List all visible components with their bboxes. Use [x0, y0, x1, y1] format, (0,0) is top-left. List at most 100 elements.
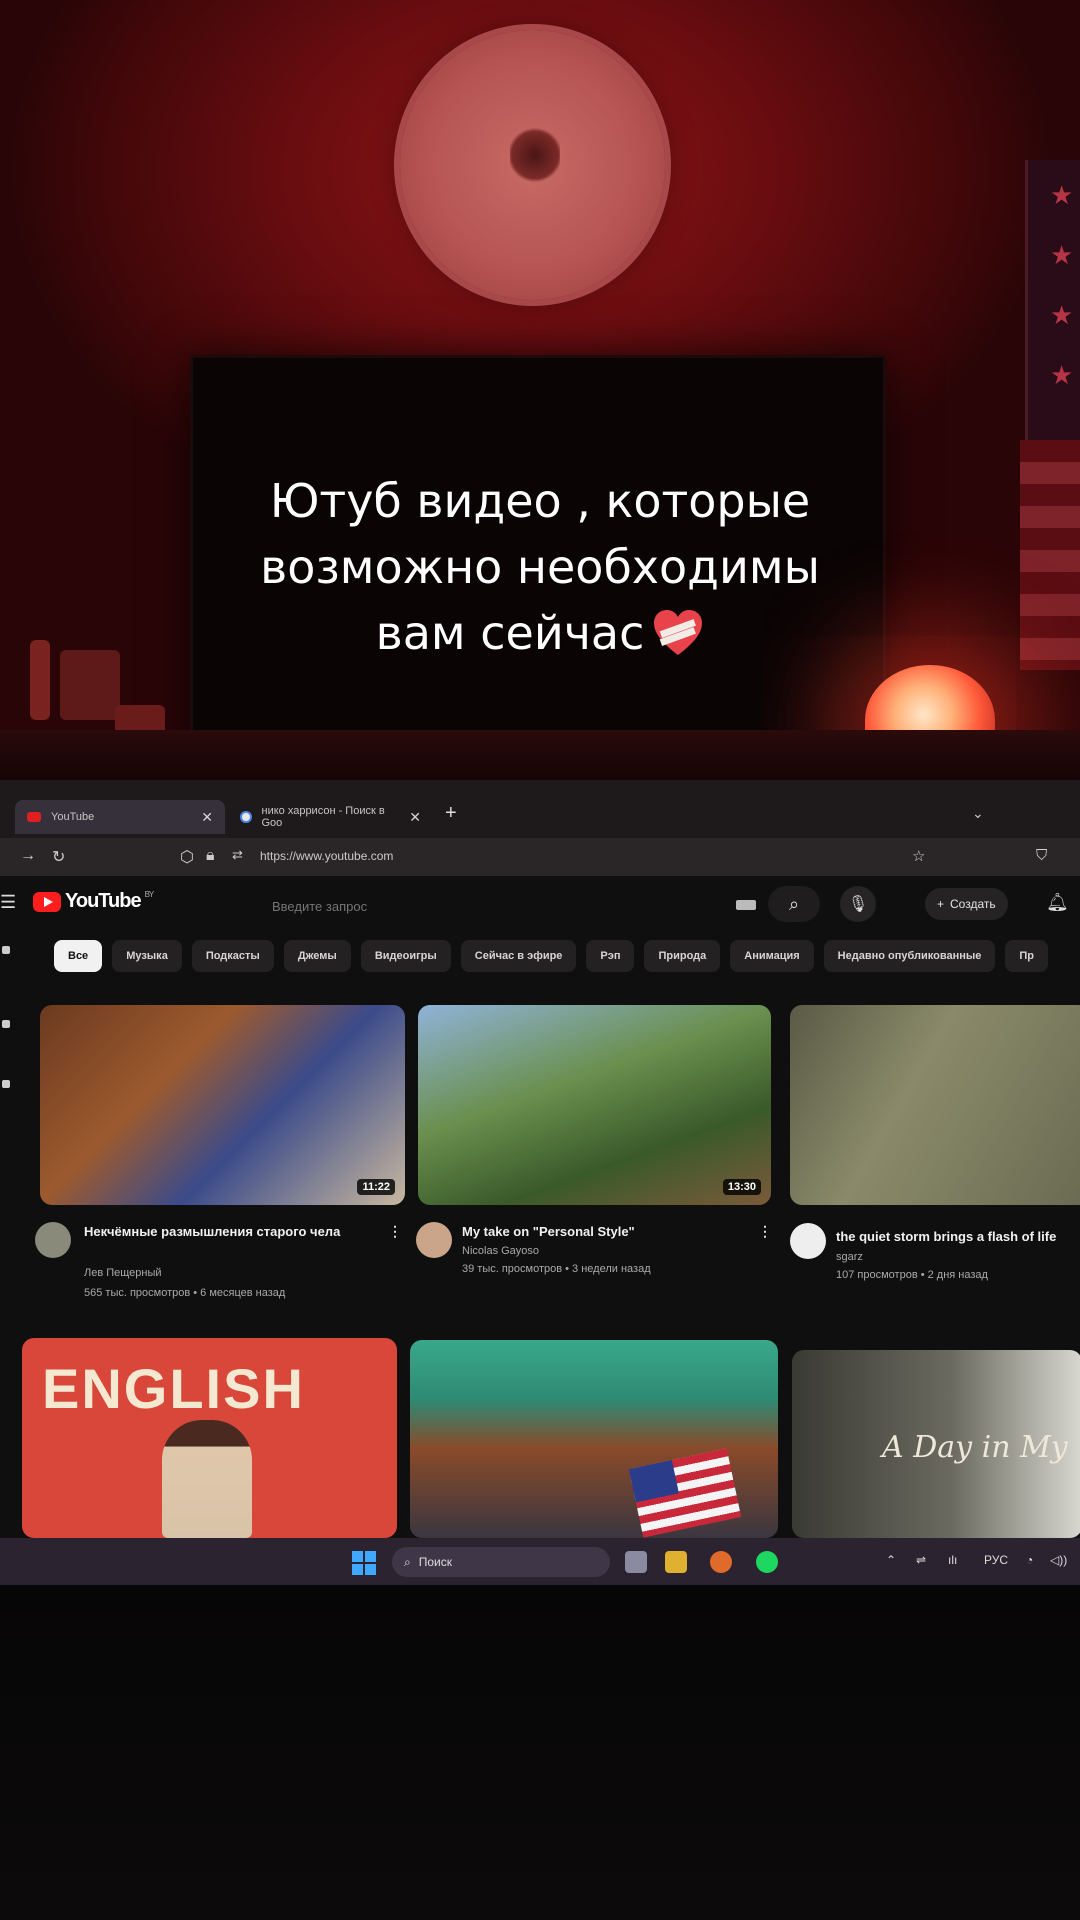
file-explorer-icon[interactable] — [665, 1551, 687, 1573]
firefox-icon[interactable] — [710, 1551, 732, 1573]
close-icon[interactable]: ✕ — [201, 809, 213, 826]
caption-line-3: вам сейчас — [160, 600, 920, 666]
video-title[interactable]: My take on "Personal Style" — [462, 1222, 742, 1241]
channel-name[interactable]: Nicolas Gayoso — [462, 1245, 539, 1257]
tab-search[interactable]: нико харрисон - Поиск в Goo ✕ — [228, 800, 433, 834]
mending-heart-icon — [652, 608, 704, 656]
figurine — [60, 650, 120, 720]
channel-name[interactable]: Лев Пещерный — [84, 1267, 162, 1279]
chip-jams[interactable]: Джемы — [283, 940, 351, 972]
chip-gaming[interactable]: Видеоигры — [360, 940, 451, 972]
plus-icon: + — [937, 897, 945, 911]
menu-icon[interactable]: ☰ — [0, 892, 16, 913]
bookmark-star-icon[interactable]: ☆ — [912, 847, 925, 865]
video-card[interactable]: ENGLISH — [22, 1338, 397, 1538]
wifi-icon[interactable]: ◔ — [1026, 1553, 1033, 1567]
video-card[interactable]: 13:30 My take on "Personal Style" ⋮ Nico… — [416, 1005, 778, 1285]
video-meta: 39 тыс. просмотров • 3 недели назад — [462, 1263, 651, 1275]
video-thumbnail[interactable]: 13:30 — [418, 1005, 771, 1205]
chip-recent[interactable]: Недавно опубликованные — [823, 940, 996, 972]
mic-icon: 🎙︎ — [847, 896, 869, 913]
video-title[interactable]: the quiet storm brings a flash of life — [836, 1227, 1080, 1246]
channel-avatar[interactable] — [790, 1223, 826, 1259]
video-card[interactable] — [410, 1340, 778, 1538]
task-view-icon[interactable] — [625, 1551, 647, 1573]
channel-name[interactable]: sgarz — [836, 1251, 863, 1263]
more-vertical-icon[interactable]: ⋮ — [758, 1223, 772, 1240]
search-input[interactable] — [270, 888, 754, 924]
url-text[interactable]: https://www.youtube.com — [260, 849, 393, 863]
video-card[interactable]: A Day in My — [792, 1350, 1080, 1538]
close-icon[interactable]: ✕ — [409, 809, 421, 826]
windows-taskbar: ⌕ Поиск ⌃ ⇌ ılı РУС ◔ ◁)) — [0, 1538, 1080, 1585]
lock-icon[interactable]: 🔒︎ — [206, 847, 215, 865]
video-thumbnail[interactable]: ENGLISH — [22, 1338, 397, 1538]
flag-stripes — [1020, 440, 1080, 670]
bell-icon[interactable]: 🔔︎ — [1046, 892, 1069, 913]
chip-podcasts[interactable]: Подкасты — [191, 940, 274, 972]
channel-avatar[interactable] — [416, 1222, 452, 1258]
shorts-icon[interactable] — [2, 1020, 10, 1028]
video-thumbnail[interactable] — [790, 1005, 1080, 1205]
figurine — [30, 640, 50, 720]
tab-youtube[interactable]: YouTube ✕ — [15, 800, 225, 834]
video-duration: 13:30 — [722, 1179, 761, 1195]
browser-tab-bar: YouTube ✕ нико харрисон - Поиск в Goo ✕ … — [0, 780, 1080, 838]
taskbar-search[interactable]: ⌕ Поиск — [392, 1547, 610, 1577]
video-title[interactable]: Некчёмные размышления старого чела — [84, 1222, 374, 1241]
youtube-logo[interactable]: YouTube BY — [33, 890, 155, 913]
video-thumbnail[interactable] — [410, 1340, 778, 1538]
chevron-up-icon[interactable]: ⌃ — [886, 1553, 896, 1567]
flag-banner: ★ ★ ★ ★ — [1025, 160, 1080, 440]
search-icon: ⌕ — [788, 893, 800, 914]
channel-avatar[interactable] — [35, 1222, 71, 1258]
voice-search-button[interactable]: 🎙︎ — [840, 886, 876, 922]
more-vertical-icon[interactable]: ⋮ — [388, 1223, 402, 1240]
clock-hands — [510, 125, 560, 185]
windows-start-icon[interactable] — [352, 1551, 376, 1575]
search-button[interactable]: ⌕ — [768, 886, 820, 922]
video-meta: 107 просмотров • 2 дня назад — [836, 1269, 988, 1281]
spotify-icon[interactable] — [756, 1551, 778, 1573]
forward-icon[interactable]: → — [20, 847, 36, 865]
video-duration: 11:22 — [357, 1179, 395, 1195]
settings-sliders-icon[interactable]: ⇌ — [916, 1553, 926, 1567]
new-tab-button[interactable]: + — [445, 802, 457, 825]
usa-flag-icon — [628, 1448, 742, 1538]
shelf — [0, 730, 1080, 780]
create-button[interactable]: + Создать — [925, 888, 1008, 920]
chip-all[interactable]: Все — [54, 940, 103, 972]
video-card[interactable]: the quiet storm brings a flash of life s… — [790, 1005, 1080, 1285]
volume-icon[interactable]: ◁)) — [1050, 1553, 1067, 1567]
address-bar: → ↻ ⬡ 🔒︎ ⇄ https://www.youtube.com ☆ ⛉ — [0, 838, 1080, 876]
chip-nature[interactable]: Природа — [644, 940, 721, 972]
search-icon: ⌕ — [404, 1554, 411, 1569]
chevron-down-icon[interactable]: ⌄ — [972, 805, 984, 822]
subscriptions-icon[interactable] — [2, 1080, 10, 1088]
caption-line-2: возможно необходимы — [260, 540, 820, 594]
permissions-icon[interactable]: ⇄ — [232, 847, 243, 863]
video-thumbnail[interactable]: A Day in My — [792, 1350, 1080, 1538]
wall-clock — [400, 30, 665, 300]
chip-music[interactable]: Музыка — [112, 940, 182, 972]
region-code: BY — [144, 890, 155, 899]
star-icon: ★ — [1050, 300, 1074, 330]
tab-label: YouTube — [51, 811, 95, 823]
video-card[interactable]: 11:22 Некчёмные размышления старого чела… — [35, 1005, 410, 1299]
chip-live[interactable]: Сейчас в эфире — [460, 940, 577, 972]
thumbnail-text: ENGLISH — [42, 1357, 305, 1420]
reload-icon[interactable]: ↻ — [52, 847, 65, 867]
shield-outline-icon[interactable]: ⬡ — [180, 847, 194, 867]
equalizer-icon[interactable]: ılı — [948, 1553, 957, 1567]
story-caption: Ютуб видео , которые возможно необходимы… — [160, 468, 920, 666]
keyboard-icon[interactable] — [736, 900, 756, 910]
home-icon[interactable] — [2, 946, 10, 954]
language-indicator[interactable]: РУС — [984, 1553, 1008, 1567]
pocket-icon[interactable]: ⛉ — [1036, 847, 1047, 864]
chip-animation[interactable]: Анимация — [730, 940, 814, 972]
chip-rap[interactable]: Рэп — [586, 940, 635, 972]
video-thumbnail[interactable]: 11:22 — [40, 1005, 405, 1205]
caption-line-3-text: вам сейчас — [375, 606, 645, 660]
thumbnail-text: A Day in My — [882, 1430, 1068, 1465]
chip-more[interactable]: Пр — [1005, 940, 1049, 972]
